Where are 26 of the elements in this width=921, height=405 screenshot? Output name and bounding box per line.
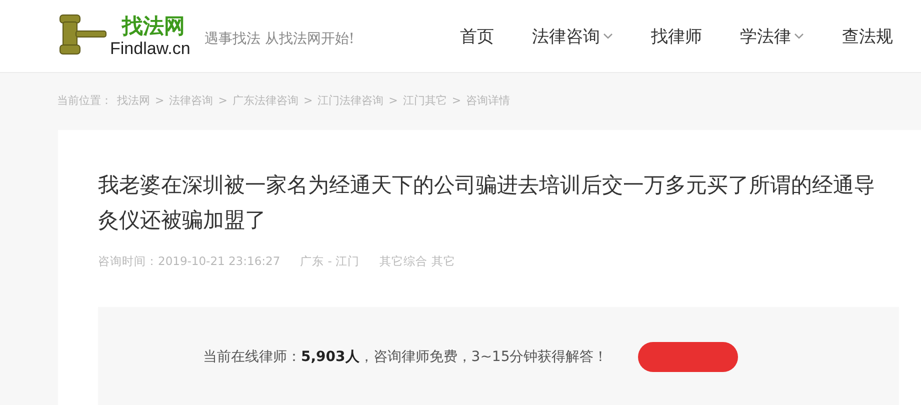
breadcrumb-link[interactable]: 江门法律咨询	[318, 93, 384, 108]
nav-link[interactable]: 找律师	[651, 24, 702, 48]
breadcrumb-link[interactable]: 江门其它	[402, 93, 447, 108]
breadcrumb-separator: >	[388, 94, 398, 107]
question-category: 其它综合 其它	[380, 254, 456, 269]
breadcrumb-link[interactable]: 广东法律咨询	[232, 93, 298, 108]
consult-button[interactable]	[638, 342, 738, 372]
slogan: 遇事找法 从找法网开始!	[204, 30, 354, 48]
breadcrumb-separator: >	[155, 94, 164, 107]
nav-link[interactable]: 查法规	[842, 24, 893, 48]
breadcrumb-link[interactable]: 咨询详情	[466, 93, 510, 108]
breadcrumb-label: 当前位置：	[57, 93, 112, 108]
nav-link[interactable]: 学法律	[740, 24, 804, 48]
breadcrumb-link[interactable]: 找法网	[117, 93, 150, 108]
question-region: 广东 - 江门	[300, 254, 360, 269]
nav-link[interactable]: 首页	[460, 24, 494, 48]
nav-link[interactable]: 法律咨询	[532, 24, 613, 48]
online-lawyers-text: 当前在线律师：5,903人，咨询律师免费，3~15分钟获得解答！	[203, 348, 608, 366]
breadcrumb-separator: >	[303, 94, 313, 107]
logo-name: 找法网	[122, 16, 186, 36]
breadcrumb-separator: >	[218, 94, 228, 107]
question-time: 咨询时间：2019-10-21 23:16:27	[98, 254, 280, 269]
breadcrumb-separator: >	[452, 94, 462, 107]
question-title: 我老婆在深圳被一家名为经通天下的公司骗进去培训后交一万多元买了所谓的经通导灸仪还被骗加盟了	[98, 172, 876, 234]
breadcrumb-link[interactable]: 法律咨询	[169, 93, 214, 108]
logo-domain: Findlaw.cn	[110, 40, 190, 56]
